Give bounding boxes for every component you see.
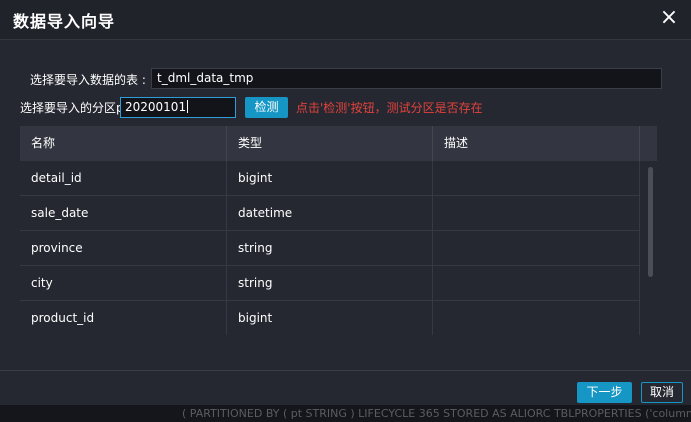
cell-name: sale_date [20,196,227,230]
cancel-button[interactable]: 取消 [641,382,683,403]
column-header-description[interactable]: 描述 [433,126,640,161]
cell-type: string [227,231,433,265]
close-icon[interactable]: × [657,4,681,32]
cell-type: bigint [227,161,433,195]
column-header-type[interactable]: 类型 [227,126,433,161]
column-header-spacer [640,126,657,161]
cell-description [433,266,640,300]
cell-name: product_id [20,301,227,335]
cell-name: detail_id [20,161,227,195]
table-row[interactable]: province string [20,231,640,266]
cell-type: string [227,266,433,300]
cell-name: city [20,266,227,300]
background-editor-strip: ( PARTITIONED BY ( pt STRING ) LIFECYCLE… [0,405,691,422]
cell-description [433,161,640,195]
table-scrollbar[interactable] [644,161,657,335]
cell-description [433,231,640,265]
table-row[interactable]: product_id bigint [20,301,640,335]
table-select-label: 选择要导入数据的表 : [30,73,146,87]
table-row[interactable]: city string [20,266,640,301]
background-sql-snippet: ( PARTITIONED BY ( pt STRING ) LIFECYCLE… [182,407,691,420]
text-caret [187,100,189,113]
check-button[interactable]: 检测 [245,97,288,118]
cell-type: bigint [227,301,433,335]
cell-type: datetime [227,196,433,230]
partition-value: 20200101 [125,100,187,114]
scrollbar-thumb[interactable] [648,167,653,277]
cell-description [433,301,640,335]
table-row[interactable]: detail_id bigint [20,161,640,196]
partition-input[interactable]: 20200101 [120,97,236,118]
check-hint: 点击'检测'按钮，测试分区是否存在 [296,101,483,115]
dialog-titlebar: 数据导入向导 × [0,0,691,40]
columns-table: 名称 类型 描述 detail_id bigint sale_date date… [20,126,657,335]
column-header-name[interactable]: 名称 [20,126,227,161]
table-name-field[interactable]: t_dml_data_tmp [151,68,662,89]
import-wizard-dialog: 数据导入向导 × 选择要导入数据的表 : t_dml_data_tmp 选择要导… [0,0,691,406]
table-row[interactable]: sale_date datetime [20,196,640,231]
table-header: 名称 类型 描述 [20,126,657,161]
cell-name: province [20,231,227,265]
dialog-title: 数据导入向导 [13,12,116,31]
cell-description [433,196,640,230]
next-step-button[interactable]: 下一步 [577,382,632,403]
